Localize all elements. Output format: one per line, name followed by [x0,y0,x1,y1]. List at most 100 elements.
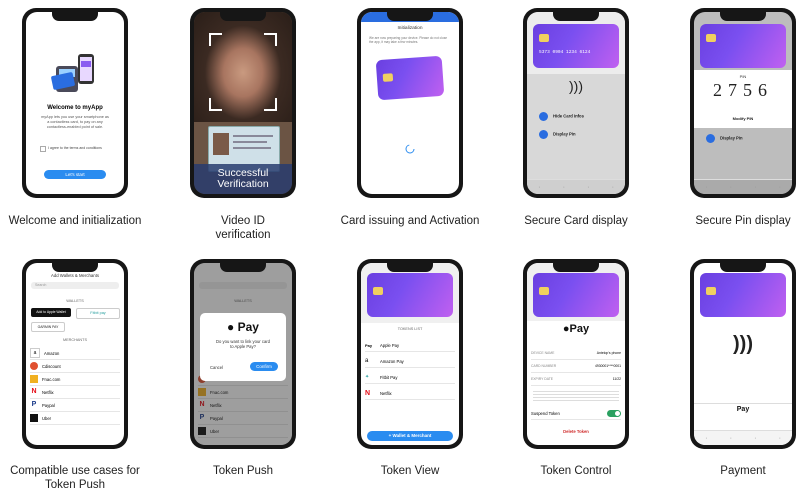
device-name-row: DEVICE NAME Antelop's phone [531,347,621,360]
secure-pin-screen: PIN 2756 Modify PIN Display Pin ▪ ▪ ▪ ▪ [694,12,792,194]
suspend-toggle[interactable] [607,409,621,417]
fnac-icon [30,375,38,383]
tab-icon[interactable]: ▪ [588,185,589,189]
netflix-icon: N [365,389,371,397]
phone-notch [52,12,98,21]
loading-spinner-icon [405,144,415,154]
merchant-row[interactable]: N Netflix [30,386,120,399]
token-row[interactable]: N Netflix [365,387,455,400]
phone-notch [220,12,266,21]
virtual-card [375,55,445,101]
wallet-apple[interactable]: Add to Apple Wallet [31,308,71,317]
add-wallet-merchant-button[interactable]: + Wallet & Merchant [367,431,453,441]
expiry-row: EXPIRY DATE 11/22 [531,373,621,386]
phone-token-view: TOKENS LIST Pay Apple Pay a Amazon Pay ✦ Fi… [357,259,463,449]
display-pin-label: Display Pin [720,135,743,141]
tab-icon[interactable]: ▪ [730,185,731,189]
contactless-icon: ))) [733,333,753,355]
virtual-card: 5373 0904 1234 6124 [533,24,619,68]
caption-token-view: Token View [380,465,440,477]
key-icon [539,130,548,139]
display-pin-row[interactable]: Display Pin [706,134,743,143]
tab-icon[interactable]: ▪ [706,185,707,189]
tab-icon[interactable]: ▪ [779,185,780,189]
virtual-card [533,273,619,317]
merchant-row[interactable]: Fnac.com [30,373,120,386]
token-row[interactable]: Pay Apple Pay [365,339,455,352]
merchant-row[interactable]: a Amazon [30,347,120,360]
terms-label[interactable]: I agree to the terms and conditions [48,146,102,150]
contactless-icon: ))) [569,78,583,94]
token-label: Netflix [380,390,392,396]
tab-icon[interactable]: ▪ [755,436,756,440]
init-title: Initialization [397,26,423,31]
card-number-value: 4930001****0001 [594,364,621,368]
phone-notch [387,12,433,21]
phone-notch [220,263,266,272]
tab-icon[interactable]: ▪ [539,185,540,189]
phone-token-control: ●Pay DEVICE NAME Antelop's phone CARD NUM… [523,259,629,449]
display-pin-row[interactable]: Display Pin [539,130,576,139]
expiry-label: EXPIRY DATE [531,377,554,381]
phone-notch [387,263,433,272]
merchant-label: Fnac.com [42,376,61,382]
card-chip [539,287,549,295]
token-label: Apple Pay [380,342,400,348]
wallets-section-label: WALLETS [66,299,84,303]
verification-text: Successful Verification [217,167,269,190]
apple-pay-dialog: ● Pay Do you want to link your card to A… [200,313,286,381]
device-name-label: DEVICE NAME [531,351,555,355]
wallet-fitbit[interactable]: Fitbit pay [76,308,120,319]
phone-notch [720,263,766,272]
phone-notch [52,263,98,272]
phone-payment: ))) Pay ▪ ▪ ▪ ▪ [690,259,796,449]
phone-secure-pin: PIN 2756 Modify PIN Display Pin ▪ ▪ ▪ ▪ [690,8,796,198]
card-chip [373,287,383,295]
modify-pin-link[interactable]: Modify PIN [694,116,792,121]
tab-icon[interactable]: ▪ [779,436,780,440]
phone-welcome: Welcome to myApp myApp lets you use your… [22,8,128,198]
merchant-row[interactable]: Cdiscount [30,360,120,373]
tab-bar: ▪ ▪ ▪ ▪ [694,179,792,194]
card-chip [539,34,549,42]
virtual-card [700,273,786,317]
apple-icon: ● [227,320,235,334]
start-button[interactable]: Let's start [44,170,106,179]
apple-pay-icon: Pay [365,342,373,348]
paypal-icon: P [31,401,37,408]
terms-checkbox[interactable] [40,146,46,152]
pin-value: 2756 [713,80,773,100]
caption-card-issuing: Card issuing and Activation [340,215,480,227]
token-row[interactable]: a Amazon Pay [365,355,455,368]
merchant-row[interactable]: P Paypal [30,399,120,412]
pay-label[interactable]: Pay [694,406,792,413]
hide-card-row[interactable]: Hide Card Infos [539,112,584,121]
tab-icon[interactable]: ▪ [755,185,756,189]
cdiscount-icon [30,362,38,370]
wallet-garmin[interactable]: GARMIN PAY [31,322,65,332]
phone-compatible: Add Wallets & Merchants Search WALLETS A… [22,259,128,449]
compatible-header: Add Wallets & Merchants [50,273,100,278]
caption-token-push: Token Push [212,465,274,477]
expiry-value: 11/22 [612,377,621,381]
card-chip [706,34,716,42]
tab-icon[interactable]: ▪ [730,436,731,440]
cancel-button[interactable]: Cancel [210,365,223,370]
fitbit-icon: ✦ [365,374,370,380]
phone-notch [720,12,766,21]
token-row[interactable]: ✦ Fitbit Pay [365,371,455,384]
hide-card-label: Hide Card Infos [553,113,584,119]
virtual-card [367,273,453,317]
tab-icon[interactable]: ▪ [706,436,707,440]
video-id-screen: Successful Verification [194,12,292,194]
secure-card-screen: 5373 0904 1234 6124 ))) Hide Card Infos … [527,12,625,194]
apple-pay-question: Do you want to link your card to Apple P… [216,339,270,349]
search-placeholder: Search [35,283,47,287]
netflix-icon: N [31,388,37,395]
tab-icon[interactable]: ▪ [563,185,564,189]
merchant-row[interactable]: Uber [30,412,120,425]
search-input[interactable]: Search [31,282,119,289]
tab-icon[interactable]: ▪ [612,185,613,189]
confirm-button[interactable]: Confirm [250,362,278,371]
delete-token-button[interactable]: Delete Token [527,429,625,434]
